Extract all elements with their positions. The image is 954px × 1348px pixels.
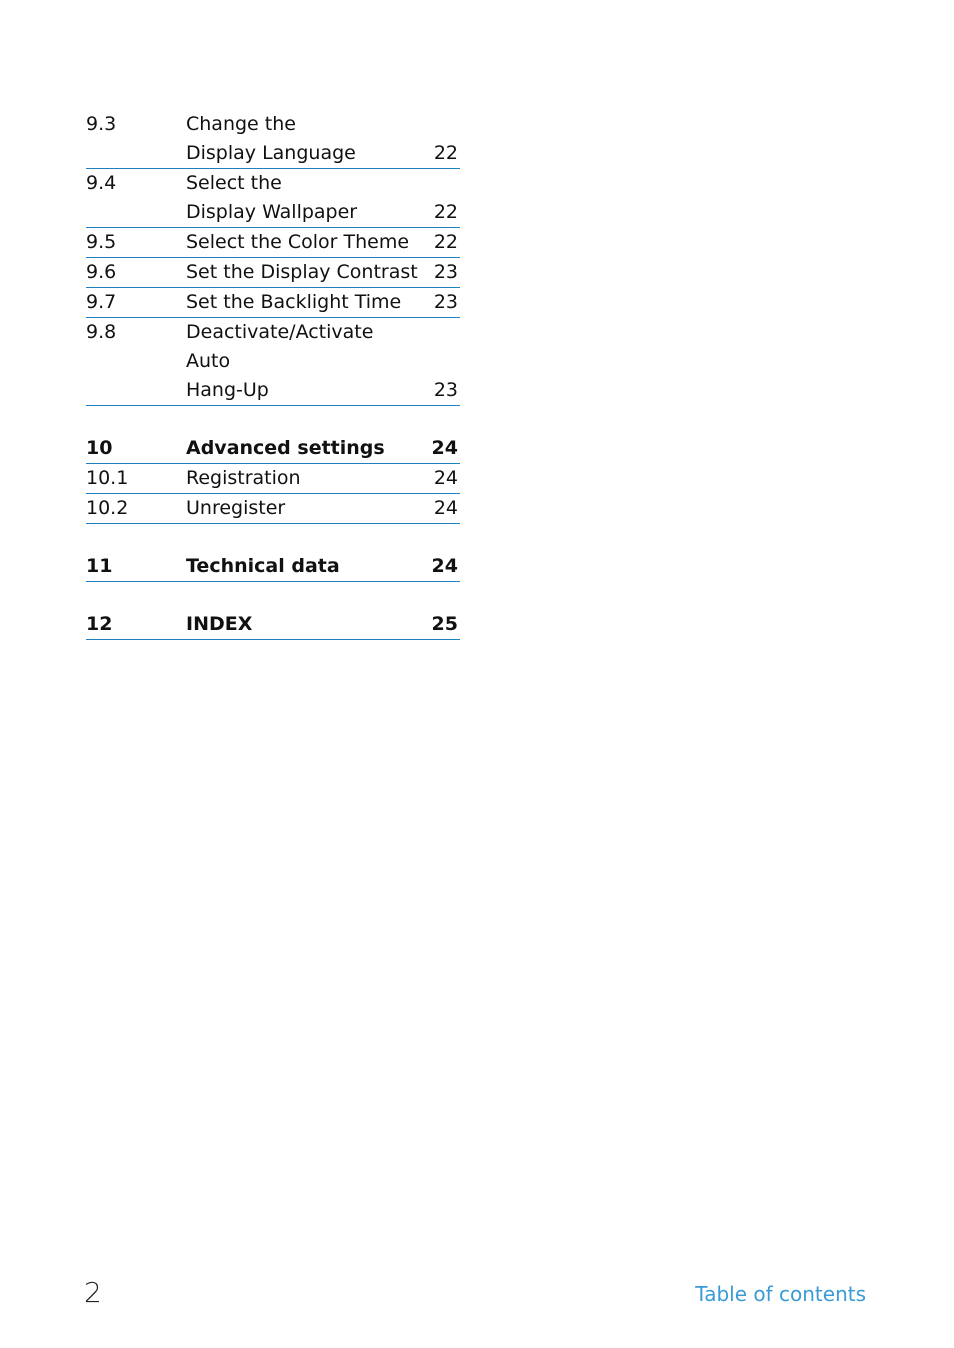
chapter-title: Technical data [186,555,340,577]
table-of-contents: 9.3 Change the Display Language 22 9.4 Se… [86,110,460,640]
toc-entry-9-3[interactable]: 9.3 Change the Display Language 22 [86,110,460,169]
chapter-title: INDEX [186,613,253,635]
chapter-page: 25 [431,613,458,635]
toc-entry-9-4[interactable]: 9.4 Select the Display Wallpaper 22 [86,169,460,228]
entry-title: Unregister [186,497,286,519]
entry-title: Select the Display Wallpaper [186,169,418,227]
entry-number: 9.6 [86,261,117,283]
toc-entry-9-7[interactable]: 9.7 Set the Backlight Time 23 [86,288,460,318]
entry-number: 9.3 [86,113,117,135]
entry-page: 24 [433,497,458,519]
entry-title: Registration [186,467,301,489]
entry-number: 9.5 [86,231,117,253]
entry-title-line-2: Display Language [186,142,356,164]
entry-title: Select the Color Theme [186,231,410,253]
toc-entry-9-8[interactable]: 9.8 Deactivate/Activate Auto Hang-Up 23 [86,318,460,406]
chapter-title: Advanced settings [186,437,385,459]
chapter-page: 24 [431,555,458,577]
entry-page: 22 [433,231,458,253]
entry-title-line-1: Deactivate/Activate Auto [186,321,374,372]
entry-number: 10.2 [86,497,129,519]
entry-title: Deactivate/Activate Auto Hang-Up [186,318,418,405]
toc-chapter-12[interactable]: 12 INDEX 25 [86,610,460,640]
entry-title-line-1: Select the [186,172,282,194]
chapter-page: 24 [431,437,458,459]
entry-number: 10.1 [86,467,129,489]
toc-entry-10-2[interactable]: 10.2 Unregister 24 [86,494,460,524]
entry-number: 9.7 [86,291,117,313]
entry-title: Set the Display Contrast [186,261,418,283]
chapter-number: 12 [86,613,113,635]
entry-number: 9.8 [86,321,117,343]
toc-entry-9-6[interactable]: 9.6 Set the Display Contrast 23 [86,258,460,288]
entry-title-line-2: Hang-Up [186,379,269,401]
chapter-number: 10 [86,437,113,459]
entry-page: 24 [433,467,458,489]
entry-page: 23 [433,291,458,313]
toc-entry-10-1[interactable]: 10.1 Registration 24 [86,464,460,494]
entry-page: 22 [433,201,458,223]
section-label: Table of contents [695,1282,866,1306]
entry-page: 23 [433,379,458,401]
entry-page: 22 [433,142,458,164]
toc-chapter-10[interactable]: 10 Advanced settings 24 [86,434,460,464]
entry-title-line-1: Change the [186,113,296,135]
entry-number: 9.4 [86,172,117,194]
chapter-number: 11 [86,555,113,577]
entry-title-line-2: Display Wallpaper [186,201,358,223]
entry-title: Change the Display Language [186,110,418,168]
toc-entry-9-5[interactable]: 9.5 Select the Color Theme 22 [86,228,460,258]
page-number: 2 [84,1276,102,1309]
entry-title: Set the Backlight Time [186,291,402,313]
toc-chapter-11[interactable]: 11 Technical data 24 [86,552,460,582]
entry-page: 23 [433,261,458,283]
